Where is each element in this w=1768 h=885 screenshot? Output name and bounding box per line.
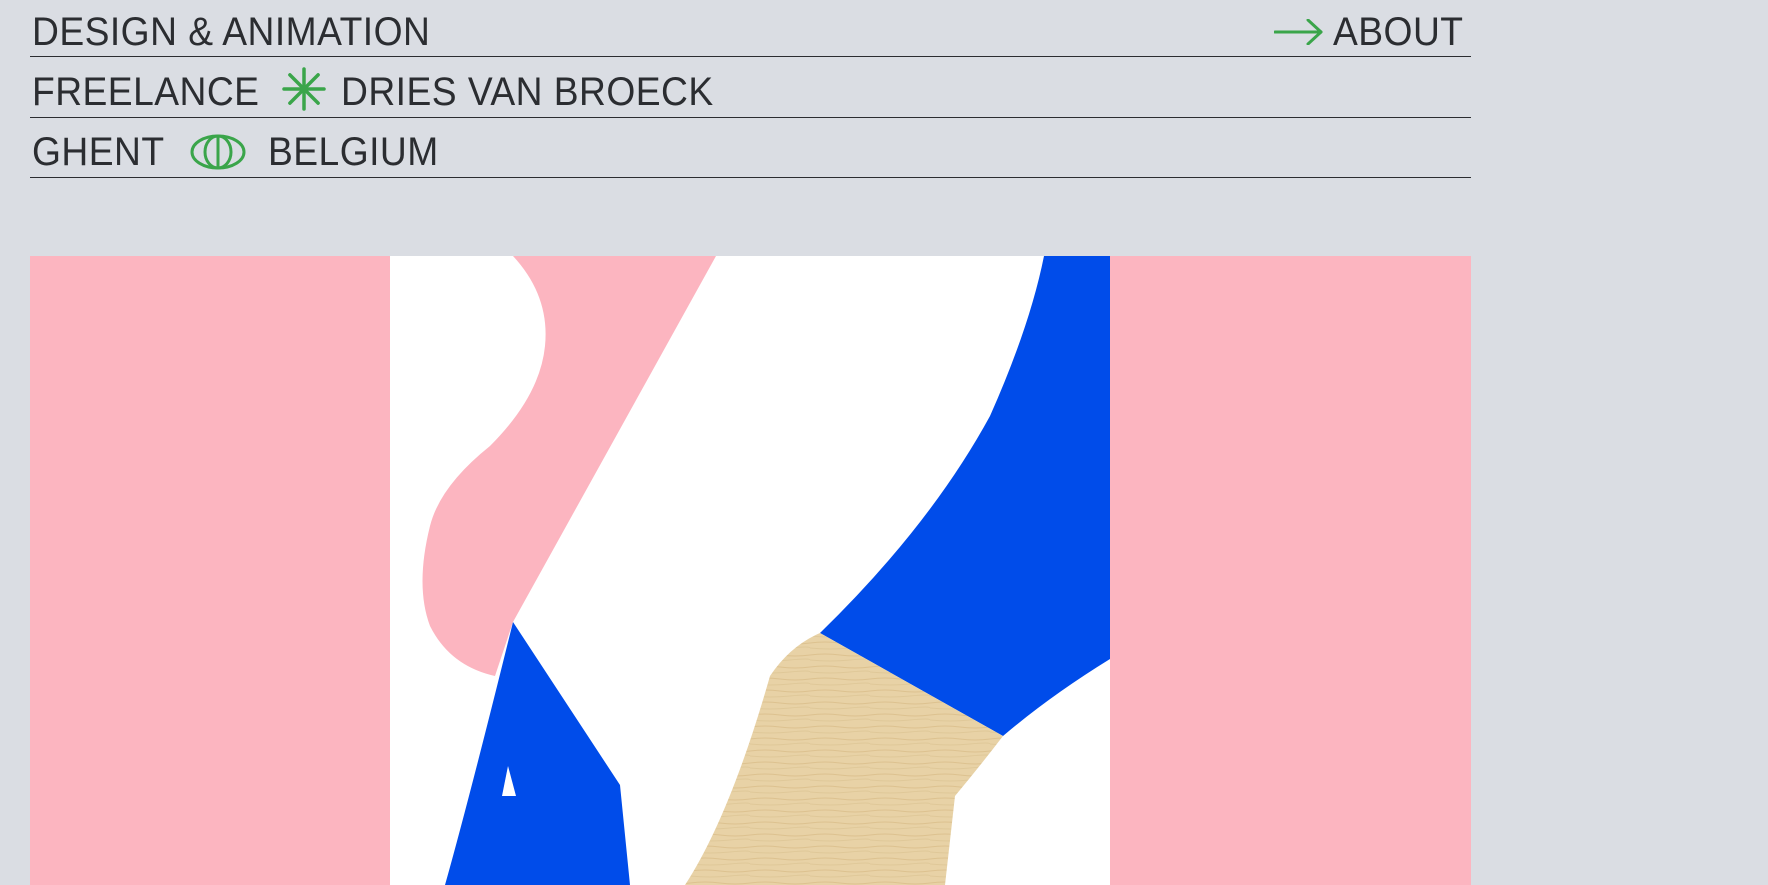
asterisk-icon <box>282 67 326 111</box>
header-row-discipline: DESIGN & ANIMATION ABOUT <box>30 0 1471 57</box>
city-label: GHENT <box>32 130 165 174</box>
pink-panel-left <box>30 256 390 885</box>
pink-panel-right <box>1110 256 1471 885</box>
discipline-title: DESIGN & ANIMATION <box>32 10 431 54</box>
about-label: ABOUT <box>1333 10 1464 54</box>
arrow-right-icon <box>1274 19 1323 45</box>
about-link[interactable]: ABOUT <box>1271 0 1471 56</box>
hero-illustration <box>30 256 1471 885</box>
globe-icon <box>190 134 246 170</box>
header-row-location: GHENT BELGIUM <box>30 120 1471 178</box>
header-row-name: FREELANCE DRIES VAN BROECK <box>30 60 1471 118</box>
designer-name: DRIES VAN BROECK <box>341 70 714 114</box>
hero-artwork[interactable] <box>30 256 1471 885</box>
freelance-label: FREELANCE <box>32 70 260 114</box>
country-label: BELGIUM <box>268 130 439 174</box>
